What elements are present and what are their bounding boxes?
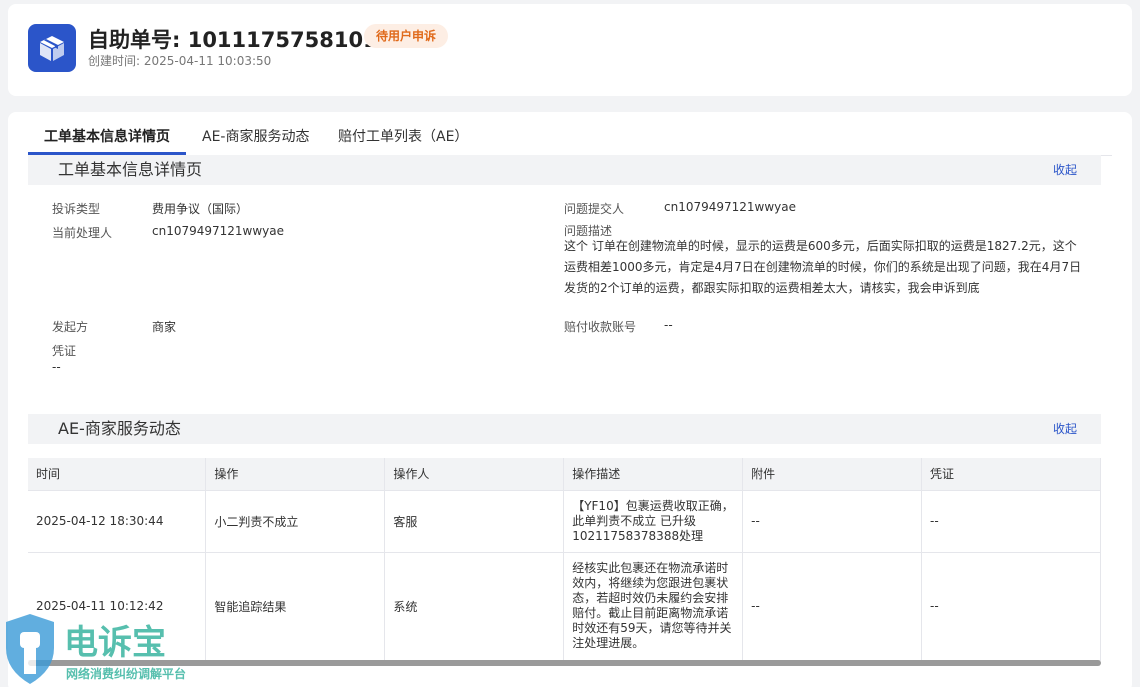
operation-cell: 小二判责不成立 [205, 490, 386, 553]
initiator-value: 商家 [152, 320, 177, 334]
column-header: 操作描述 [563, 458, 744, 491]
column-header: 操作人 [384, 458, 565, 491]
created-time: 创建时间: 2025-04-11 10:03:50 [88, 54, 272, 68]
column-header: 附件 [742, 458, 923, 491]
package-box-icon [28, 24, 76, 72]
submitter-value: cn1079497121wwyae [664, 200, 797, 214]
section-title: AE-商家服务动态 [58, 419, 181, 438]
table-row: 2025-04-12 18:30:44 小二判责不成立 客服 【YF10】包裹运… [28, 490, 1101, 553]
order-header-card: 自助单号: 10111757581013 待用户申诉 创建时间: 2025-04… [8, 4, 1132, 96]
complaint-type-value: 费用争议（国际） [152, 202, 249, 216]
service-dynamics-section-header: AE-商家服务动态 收起 [28, 414, 1101, 444]
detail-card: 工单基本信息详情页 AE-商家服务动态 赔付工单列表（AE） 工单基本信息详情页… [8, 112, 1132, 687]
section-title: 工单基本信息详情页 [58, 160, 203, 179]
evidence-cell: -- [921, 490, 1101, 553]
evidence-label: 凭证 [52, 344, 77, 358]
tab-basic-info[interactable]: 工单基本信息详情页 [44, 112, 170, 156]
tab-bar: 工单基本信息详情页 AE-商家服务动态 赔付工单列表（AE） [28, 112, 1112, 156]
tab-payout-list[interactable]: 赔付工单列表（AE） [338, 112, 468, 156]
current-handler-value: cn1079497121wwyae [152, 224, 285, 238]
problem-desc-value: 这个 订单在创建物流单的时候，显示的运费是600多元，后面实际扣取的运费是182… [564, 239, 1082, 295]
payout-account-label: 赔付收款账号 [564, 320, 637, 334]
table-header-row: 时间 操作 操作人 操作描述 附件 凭证 [28, 458, 1101, 491]
evidence-cell: -- [921, 552, 1101, 661]
collapse-button[interactable]: 收起 [1053, 155, 1077, 185]
page-title: 自助单号: 10111757581013 [88, 28, 393, 52]
collapse-button[interactable]: 收起 [1053, 414, 1077, 444]
submitter-label: 问题提交人 [564, 202, 625, 216]
payout-account-value: -- [664, 318, 673, 332]
attachment-cell: -- [742, 490, 923, 553]
initiator-label: 发起方 [52, 320, 89, 334]
watermark-subtitle: 网络消费纠纷调解平台 [66, 666, 186, 681]
operator-cell: 系统 [384, 552, 565, 661]
shield-fist-icon [6, 614, 54, 684]
column-header: 凭证 [921, 458, 1101, 491]
watermark-brand: 电诉宝 [64, 624, 166, 662]
tab-service-dynamics[interactable]: AE-商家服务动态 [202, 112, 309, 156]
column-header: 操作 [205, 458, 386, 491]
complaint-type-label: 投诉类型 [52, 202, 101, 216]
watermark: 电诉宝 网络消费纠纷调解平台 [0, 612, 220, 687]
time-cell: 2025-04-12 18:30:44 [28, 490, 207, 553]
attachment-cell: -- [742, 552, 923, 661]
description-cell: 【YF10】包裹运费收取正确，此单判责不成立 已升级10211758378388… [563, 490, 744, 553]
column-header: 时间 [28, 458, 207, 491]
evidence-value: -- [52, 360, 61, 374]
operation-cell: 智能追踪结果 [205, 552, 386, 661]
status-badge: 待用户申诉 [364, 24, 449, 48]
basic-info-section-header: 工单基本信息详情页 收起 [28, 155, 1101, 185]
description-cell: 经核实此包裹还在物流承诺时效内，将继续为您跟进包裹状态，若超时效仍未履约会安排赔… [563, 552, 744, 661]
operator-cell: 客服 [384, 490, 565, 553]
current-handler-label: 当前处理人 [52, 226, 113, 240]
